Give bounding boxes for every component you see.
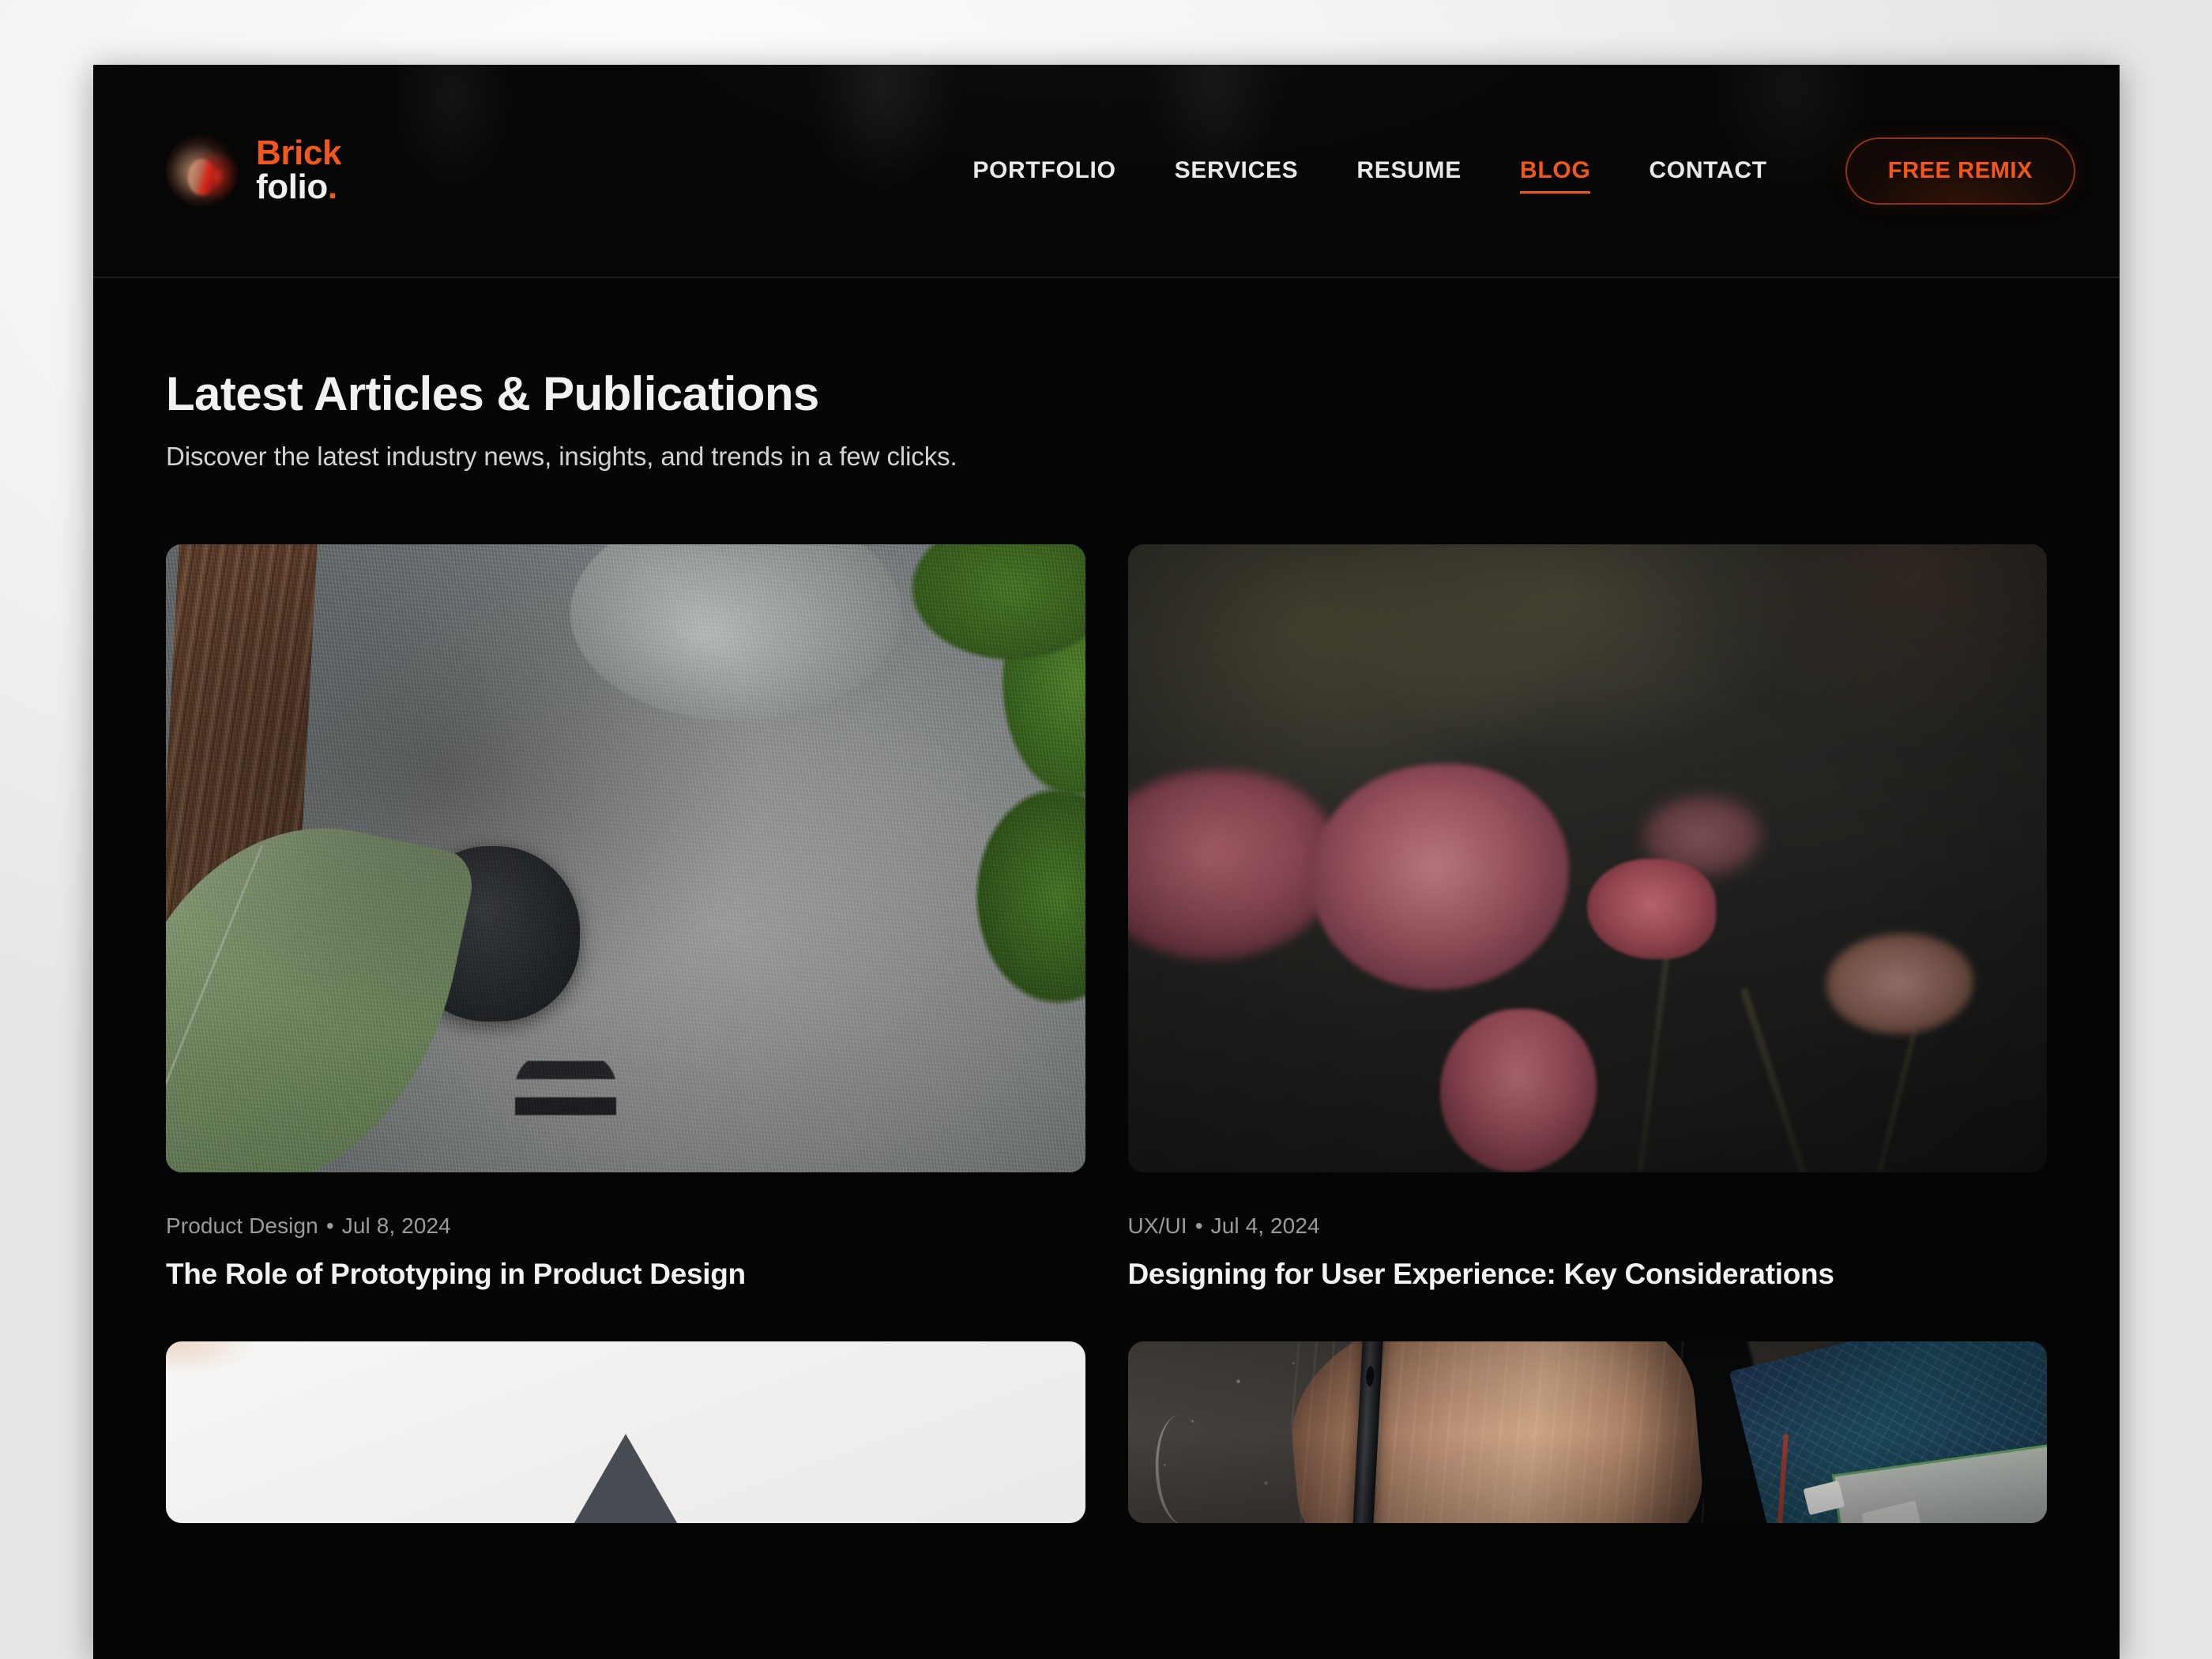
nav-item-services[interactable]: SERVICES: [1146, 146, 1328, 195]
article-title: The Role of Prototyping in Product Desig…: [166, 1258, 746, 1290]
browser-page-frame: Brick folio. PORTFOLIO SERVICES RESUME B…: [93, 65, 2120, 1659]
brand-logo[interactable]: Brick folio.: [166, 134, 341, 207]
nav-item-portfolio[interactable]: PORTFOLIO: [943, 146, 1145, 195]
article-image-hand-circuit: [1127, 1341, 2047, 1524]
article-title: Designing for User Experience: Key Consi…: [1127, 1258, 1834, 1290]
brand-line-2: folio.: [256, 170, 341, 205]
nav-item-blog[interactable]: BLOG: [1491, 146, 1620, 195]
article-grid: Product Design • Jul 8, 2024 The Role of P…: [166, 544, 2048, 1524]
article-image-koala: [166, 544, 1085, 1172]
main-navigation: PORTFOLIO SERVICES RESUME BLOG CONTACT: [943, 146, 1796, 195]
article-card-prototyping[interactable]: Product Design • Jul 8, 2024 The Role of P…: [166, 544, 1085, 1292]
nav-item-resume[interactable]: RESUME: [1327, 146, 1491, 195]
nav-item-contact[interactable]: CONTACT: [1620, 146, 1796, 195]
article-image-white-laptop: [166, 1341, 1085, 1524]
page-subtitle: Discover the latest industry news, insig…: [166, 442, 957, 471]
article-card-fourth[interactable]: [1127, 1341, 2047, 1524]
page-title: Latest Articles & Publications: [166, 367, 819, 420]
brand-line-2-text: folio: [256, 167, 328, 206]
portrait-avatar-icon: [166, 134, 239, 207]
article-meta: Product Design • Jul 8, 2024: [166, 1213, 1085, 1239]
free-remix-button[interactable]: FREE REMIX: [1845, 137, 2075, 205]
article-category: Product Design: [166, 1213, 318, 1238]
brand-line-1: Brick: [256, 134, 342, 173]
article-card-third[interactable]: [166, 1341, 1085, 1524]
brand-wordmark: Brick folio.: [256, 134, 342, 205]
article-meta: UX/UI • Jul 4, 2024: [1128, 1213, 2048, 1239]
brand-dot: .: [327, 167, 337, 206]
meta-separator: •: [1194, 1213, 1203, 1238]
site-header: Brick folio. PORTFOLIO SERVICES RESUME B…: [93, 65, 2120, 278]
article-card-ux-design[interactable]: UX/UI • Jul 4, 2024 Designing for User Exp…: [1127, 544, 2048, 1292]
article-category: UX/UI: [1127, 1213, 1187, 1238]
article-date: Jul 8, 2024: [341, 1213, 451, 1238]
meta-separator: •: [325, 1213, 334, 1238]
article-date: Jul 4, 2024: [1210, 1213, 1320, 1238]
article-image-roses: [1127, 544, 2047, 1172]
main-content: Latest Articles & Publications Discover …: [93, 278, 2120, 1659]
